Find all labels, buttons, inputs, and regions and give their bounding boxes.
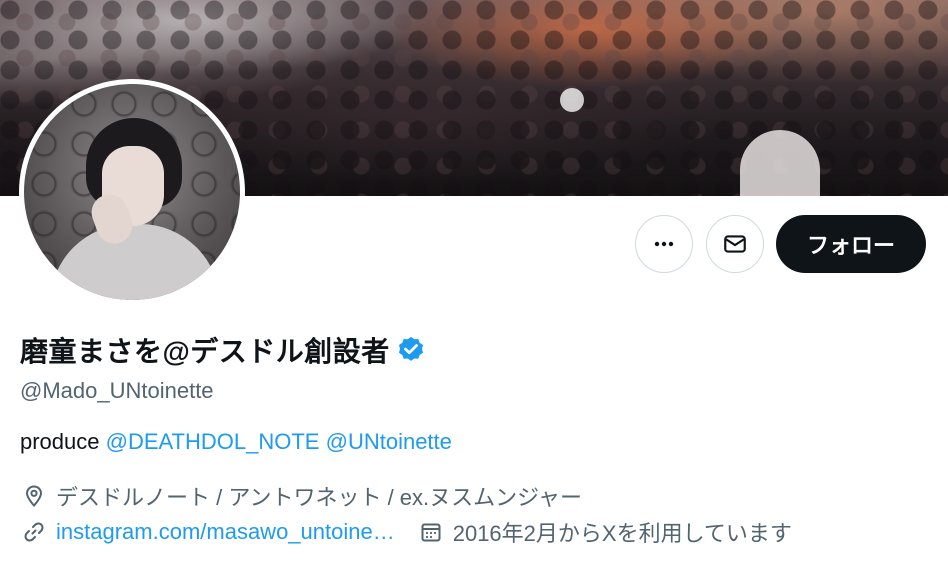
bio-text: produce [20, 429, 106, 454]
display-name-row: 磨童まさを@デスドル創設者 [20, 330, 426, 370]
bio-mention-deathdol[interactable]: @DEATHDOL_NOTE [106, 429, 320, 454]
follow-button-label: フォロー [806, 233, 895, 258]
more-button[interactable] [635, 215, 693, 273]
profile-meta-row: instagram.com/masawo_untoine… 2016年2月からX… [20, 516, 792, 548]
more-icon [654, 241, 674, 247]
profile-bio: produce @DEATHDOL_NOTE @UNtoinette [20, 429, 452, 455]
profile-location-row: デスドルノート / アントワネット / ex.ヌスムンジャー [20, 480, 582, 512]
link-icon [20, 518, 48, 546]
profile-website-link[interactable]: instagram.com/masawo_untoine… [56, 519, 395, 545]
avatar-image [24, 84, 240, 300]
follow-button[interactable]: フォロー [776, 215, 926, 273]
bio-mention-untoinette[interactable]: @UNtoinette [326, 429, 452, 454]
user-handle: @Mado_UNtoinette [20, 378, 214, 403]
avatar[interactable] [19, 79, 245, 305]
calendar-icon [417, 518, 445, 546]
display-name: 磨童まさを@デスドル創設者 [20, 336, 390, 367]
envelope-icon [724, 235, 746, 253]
banner-highlight-small [560, 88, 584, 112]
profile-location: デスドルノート / アントワネット / ex.ヌスムンジャー [56, 485, 583, 510]
location-pin-icon [20, 482, 48, 510]
profile-joined-date: 2016年2月からXを利用しています [452, 521, 792, 546]
verified-badge-icon[interactable] [396, 335, 426, 365]
message-button[interactable] [706, 215, 764, 273]
